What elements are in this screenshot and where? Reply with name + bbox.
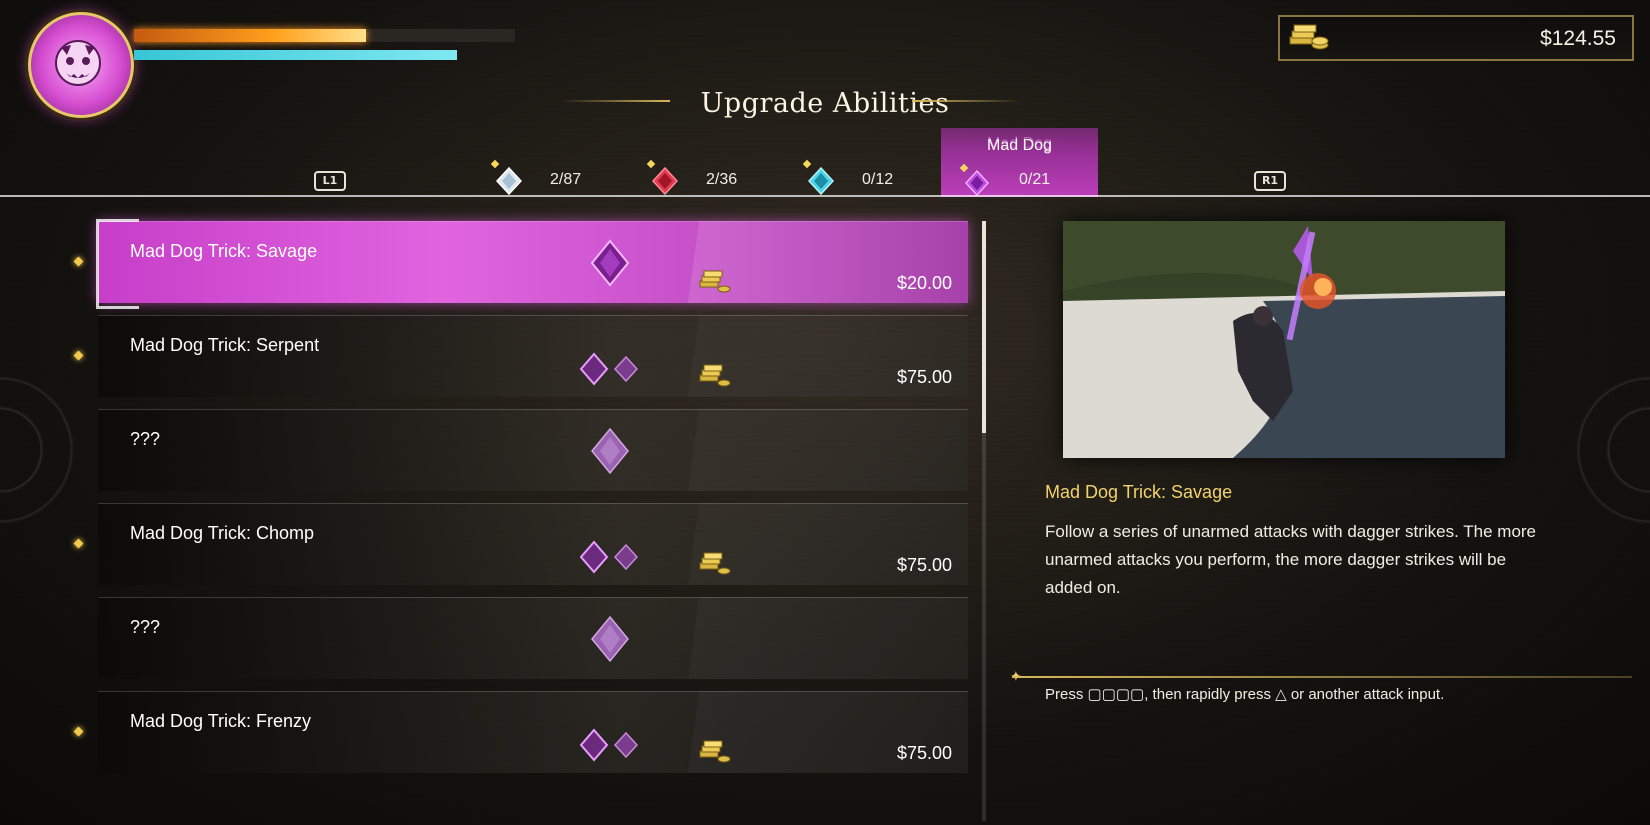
- title-right-flourish: [912, 100, 1022, 102]
- preview-scene-image: [1063, 221, 1505, 458]
- gold-coins-icon: [1288, 23, 1330, 59]
- ability-row-serpent[interactable]: Mad Dog Trick: Serpent $75.00: [98, 315, 968, 397]
- purple-gem-icon: [591, 427, 629, 475]
- health-bar-fill: [134, 29, 367, 42]
- ability-name: Mad Dog Trick: Chomp: [130, 523, 315, 543]
- ability-price: $75.00: [896, 743, 952, 763]
- ability-row-frenzy[interactable]: Mad Dog Trick: Frenzy $75.00: [98, 691, 968, 773]
- purple-gem-pair-icon: [579, 540, 639, 574]
- tab-cyan-gems[interactable]: 0/12: [800, 150, 930, 197]
- price-panel: [688, 409, 968, 491]
- red-gem-icon: [652, 167, 678, 195]
- purple-gem-pair-icon: [579, 352, 639, 386]
- detail-divider: [1012, 676, 1632, 678]
- list-scrollbar[interactable]: [982, 221, 986, 821]
- tab-active-label: Mad Dog: [987, 137, 1052, 154]
- money-display: $124.55: [1278, 15, 1634, 61]
- tab-count: 2/36: [706, 171, 738, 188]
- l1-button[interactable]: L1: [314, 171, 346, 191]
- heat-bar-fill: [134, 50, 457, 60]
- gold-coins-icon: [699, 740, 731, 763]
- input-mid: , then rapidly press: [1144, 686, 1276, 703]
- ability-name: ???: [130, 617, 161, 637]
- gold-coins-icon: [699, 552, 731, 575]
- ability-price: $75.00: [896, 555, 952, 575]
- oni-mask-icon: [55, 40, 101, 86]
- detail-title: Mad Dog Trick: Savage: [1045, 482, 1233, 502]
- ability-name: Mad Dog Trick: Serpent: [130, 335, 320, 355]
- ability-row-chomp[interactable]: Mad Dog Trick: Chomp $75.00: [98, 503, 968, 585]
- input-prefix: Press: [1045, 686, 1088, 703]
- gold-coins-icon: [699, 270, 731, 293]
- tab-count: 0/12: [862, 171, 894, 188]
- ability-row-locked[interactable]: ???: [98, 409, 968, 491]
- input-instructions: Press ▢▢▢▢, then rapidly press △ or anot…: [1045, 685, 1444, 703]
- ability-name: Mad Dog Trick: Savage: [130, 241, 318, 261]
- right-ornament: [1555, 200, 1650, 825]
- input-suffix: or another attack input.: [1286, 686, 1445, 703]
- purple-gem-pair-icon: [579, 728, 639, 762]
- white-gem-icon: [496, 167, 522, 195]
- gold-coins-icon: [699, 364, 731, 387]
- ability-preview-video: [1063, 221, 1505, 458]
- triangle-button-icon: △: [1275, 686, 1287, 703]
- tab-mad-dog[interactable]: Mad Dog 0/21: [941, 135, 1098, 197]
- tab-count: 2/87: [550, 171, 582, 188]
- ability-name: ???: [130, 429, 161, 449]
- selection-bracket: [96, 219, 139, 309]
- health-bar: [134, 29, 515, 42]
- heat-bar: [134, 50, 457, 60]
- scrollbar-thumb[interactable]: [982, 221, 986, 433]
- cyan-gem-icon: [808, 167, 834, 195]
- purple-gem-icon: [590, 239, 630, 287]
- square-button-sequence-icon: ▢▢▢▢: [1087, 686, 1145, 703]
- ability-price: $20.00: [896, 273, 952, 293]
- r1-button[interactable]: R1: [1254, 171, 1286, 191]
- tab-active-header: Mad Dog: [941, 128, 1098, 154]
- money-value: $124.55: [1540, 27, 1616, 50]
- ability-row-locked[interactable]: ???: [98, 597, 968, 679]
- ability-name: Mad Dog Trick: Frenzy: [130, 711, 312, 731]
- detail-description: Follow a series of unarmed attacks with …: [1045, 522, 1537, 597]
- price-panel: [688, 597, 968, 679]
- purple-gem-icon: [591, 615, 629, 663]
- tab-red-gems[interactable]: 2/36: [640, 150, 770, 197]
- page-title: Upgrade Abilities: [700, 88, 950, 119]
- tab-white-gems[interactable]: 2/87: [480, 150, 610, 197]
- ability-price: $75.00: [896, 367, 952, 387]
- purple-gem-icon: [965, 170, 989, 196]
- tab-count: 0/21: [1019, 171, 1051, 188]
- tabs-divider: [0, 195, 1650, 197]
- ability-row-savage[interactable]: Mad Dog Trick: Savage $20.00: [96, 219, 968, 309]
